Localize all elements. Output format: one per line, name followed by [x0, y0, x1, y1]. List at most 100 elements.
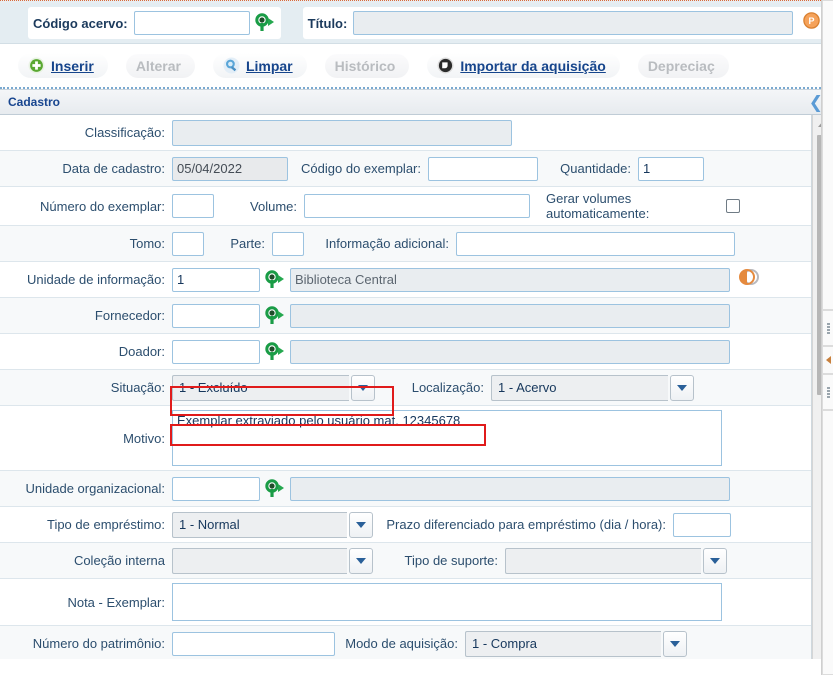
depreciacao-button[interactable]: Depreciaç — [637, 53, 729, 78]
splitter-collapse-arrow-icon[interactable] — [822, 346, 833, 374]
doador-label: Doador: — [118, 344, 165, 359]
localizacao-select[interactable]: 1 - Acervo — [491, 374, 694, 401]
magnifier-green-icon[interactable] — [264, 305, 286, 326]
quantidade-input[interactable] — [638, 156, 704, 181]
data-cadastro-label: Data de cadastro: — [62, 161, 165, 176]
info-adicional-input[interactable] — [456, 231, 735, 256]
titulo-input[interactable] — [353, 11, 794, 35]
tipo-emprestimo-label: Tipo de empréstimo: — [46, 517, 165, 532]
fornecedor-label: Fornecedor: — [94, 308, 165, 323]
localizacao-dropdown-arrow[interactable] — [670, 374, 694, 401]
codigo-acervo-input[interactable] — [133, 11, 250, 35]
panel-splitter[interactable] — [821, 0, 833, 675]
row-colecao-interna: Coleção interna Tipo de suporte: — [0, 543, 811, 579]
unidade-organizacional-name-input[interactable] — [290, 476, 730, 501]
tipo-suporte-select[interactable] — [505, 547, 727, 574]
pergamum-p-icon[interactable]: P — [803, 12, 821, 34]
limpar-button[interactable]: Limpar — [212, 53, 307, 78]
action-toolbar: Inserir Alterar Limpar Histórico Importa… — [0, 44, 833, 89]
row-nota-exemplar: Nota - Exemplar: — [0, 579, 811, 626]
parte-label: Parte: — [230, 236, 265, 251]
tipo-suporte-label: Tipo de suporte: — [404, 553, 498, 568]
situacao-value: 1 - Excluído — [172, 374, 349, 401]
volume-input[interactable] — [304, 194, 530, 218]
inserir-label: Inserir — [51, 57, 94, 74]
numero-exemplar-input[interactable] — [172, 194, 214, 218]
row-unidade-informacao: Unidade de informação: — [0, 262, 811, 298]
numero-patrimonio-label: Número do patrimônio: — [32, 636, 165, 651]
tipo-suporte-dropdown-arrow[interactable] — [703, 547, 727, 574]
row-motivo: Motivo: Exemplar extraviado pelo usuário… — [0, 406, 811, 471]
historico-button[interactable]: Histórico — [324, 53, 410, 78]
modo-aquisicao-dropdown-arrow[interactable] — [663, 630, 687, 657]
unidade-organizacional-code-input[interactable] — [172, 476, 260, 501]
unidade-informacao-code-input[interactable] — [172, 267, 260, 292]
svg-text:P: P — [809, 16, 815, 26]
unidade-informacao-label: Unidade de informação: — [26, 272, 165, 287]
magnifier-green-icon[interactable] — [264, 269, 286, 290]
numero-exemplar-label: Número do exemplar: — [40, 198, 165, 214]
colecao-interna-select[interactable] — [172, 547, 373, 574]
inserir-button[interactable]: Inserir — [18, 53, 108, 78]
doador-code-input[interactable] — [172, 339, 260, 364]
colecao-interna-dropdown-arrow[interactable] — [349, 547, 373, 574]
tipo-emprestimo-dropdown-arrow[interactable] — [349, 511, 373, 538]
row-numero-patrimonio: Número do patrimônio: Modo de aquisição:… — [0, 626, 811, 659]
splitter-segment-top — [822, 0, 833, 310]
splitter-grip-dots-icon-lower[interactable] — [822, 374, 833, 410]
search-bar: Código acervo: Título: P — [0, 3, 833, 44]
copy-orange-icon[interactable] — [738, 266, 760, 293]
modo-aquisicao-select[interactable]: 1 - Compra — [465, 630, 687, 657]
tomo-input[interactable] — [172, 231, 204, 256]
tipo-suporte-value — [505, 547, 701, 574]
codigo-exemplar-input[interactable] — [428, 156, 538, 181]
classificacao-label: Classificação: — [84, 125, 165, 140]
codigo-exemplar-label: Código do exemplar: — [301, 161, 421, 176]
magnifier-green-icon[interactable] — [264, 478, 286, 499]
doador-name-input[interactable] — [290, 339, 730, 364]
unidade-organizacional-label: Unidade organizacional: — [25, 481, 165, 496]
motivo-textarea[interactable]: Exemplar extraviado pelo usuário mat. 12… — [172, 410, 722, 466]
row-doador: Doador: — [0, 334, 811, 370]
cadastro-section-header: Cadastro ❮ — [0, 89, 833, 115]
alterar-button[interactable]: Alterar — [125, 53, 195, 78]
situacao-dropdown-arrow[interactable] — [351, 374, 375, 401]
codigo-acervo-label: Código acervo: — [33, 15, 128, 31]
situacao-select[interactable]: 1 - Excluído — [172, 374, 375, 401]
row-numero-exemplar: Número do exemplar: Volume: Gerar volume… — [0, 187, 811, 226]
depreciacao-label: Depreciaç — [647, 57, 715, 74]
row-fornecedor: Fornecedor: — [0, 298, 811, 334]
tipo-emprestimo-value: 1 - Normal — [172, 511, 347, 538]
numero-patrimonio-input[interactable] — [172, 631, 335, 656]
splitter-grip-dots-icon[interactable] — [822, 310, 833, 346]
plus-circle-green-icon — [28, 57, 45, 74]
tipo-emprestimo-select[interactable]: 1 - Normal — [172, 511, 373, 538]
classificacao-input[interactable] — [172, 119, 512, 146]
prazo-diferenciado-input[interactable] — [673, 512, 731, 537]
titulo-group: Título: P W — [302, 7, 833, 39]
import-dark-icon — [437, 57, 454, 74]
fornecedor-code-input[interactable] — [172, 303, 260, 328]
magnifier-green-icon[interactable] — [264, 341, 286, 362]
eraser-blue-icon — [223, 57, 240, 74]
form-area: Classificação: Data de cadastro: Código … — [0, 115, 833, 659]
prazo-diferenciado-label: Prazo diferenciado para empréstimo (dia … — [386, 517, 666, 532]
nota-exemplar-textarea[interactable] — [172, 583, 722, 621]
codigo-acervo-group: Código acervo: — [28, 7, 281, 39]
magnifier-green-icon[interactable] — [254, 13, 276, 33]
parte-input[interactable] — [272, 231, 304, 256]
fornecedor-name-input[interactable] — [290, 303, 730, 328]
unidade-informacao-name-input[interactable] — [290, 267, 730, 292]
modo-aquisicao-value: 1 - Compra — [465, 630, 661, 657]
gerar-volumes-checkbox[interactable] — [726, 199, 740, 213]
alterar-label: Alterar — [135, 57, 181, 74]
row-tomo-parte: Tomo: Parte: Informação adicional: — [0, 226, 811, 262]
form-scroll-region: Classificação: Data de cadastro: Código … — [0, 115, 812, 659]
info-adicional-label: Informação adicional: — [325, 236, 449, 251]
historico-label: Histórico — [334, 57, 396, 74]
importar-aquisicao-label: Importar da aquisição — [460, 57, 606, 74]
data-cadastro-input[interactable] — [172, 156, 288, 181]
importar-aquisicao-button[interactable]: Importar da aquisição — [427, 53, 620, 78]
colecao-interna-value — [172, 547, 347, 574]
row-unidade-organizacional: Unidade organizacional: — [0, 471, 811, 507]
